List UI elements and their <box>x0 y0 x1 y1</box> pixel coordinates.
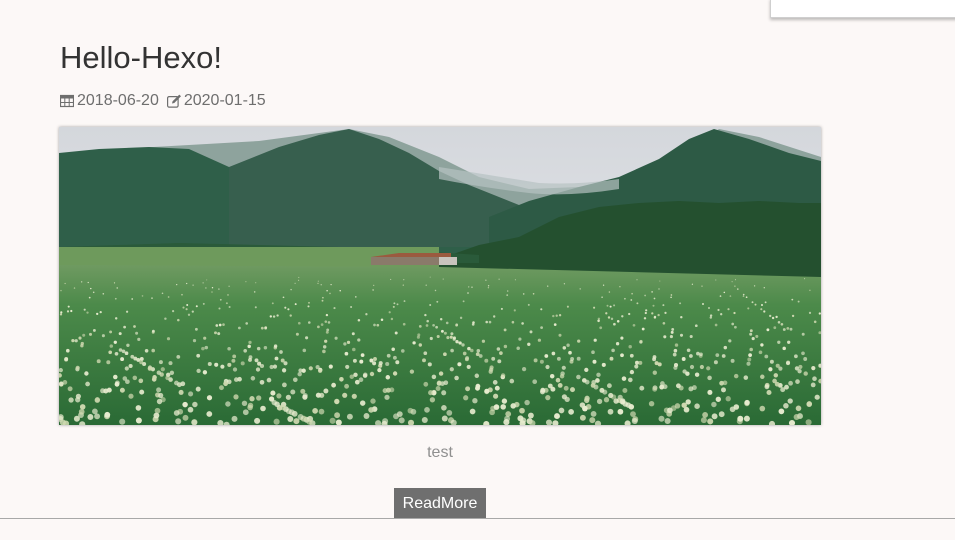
post-excerpt: test <box>427 444 453 461</box>
post-meta: 2018-06-20 2020-01-15 <box>59 92 266 110</box>
read-more-button[interactable]: ReadMore <box>394 488 486 519</box>
post-title[interactable]: Hello-Hexo! <box>60 40 222 76</box>
footer-divider <box>0 518 955 519</box>
post-date-created: 2018-06-20 <box>77 92 159 109</box>
edit-icon <box>166 94 181 108</box>
top-right-dropdown-box[interactable] <box>770 0 955 18</box>
post-date-updated: 2020-01-15 <box>183 92 266 109</box>
post-banner-image[interactable] <box>59 127 821 425</box>
calendar-icon <box>59 94 75 108</box>
